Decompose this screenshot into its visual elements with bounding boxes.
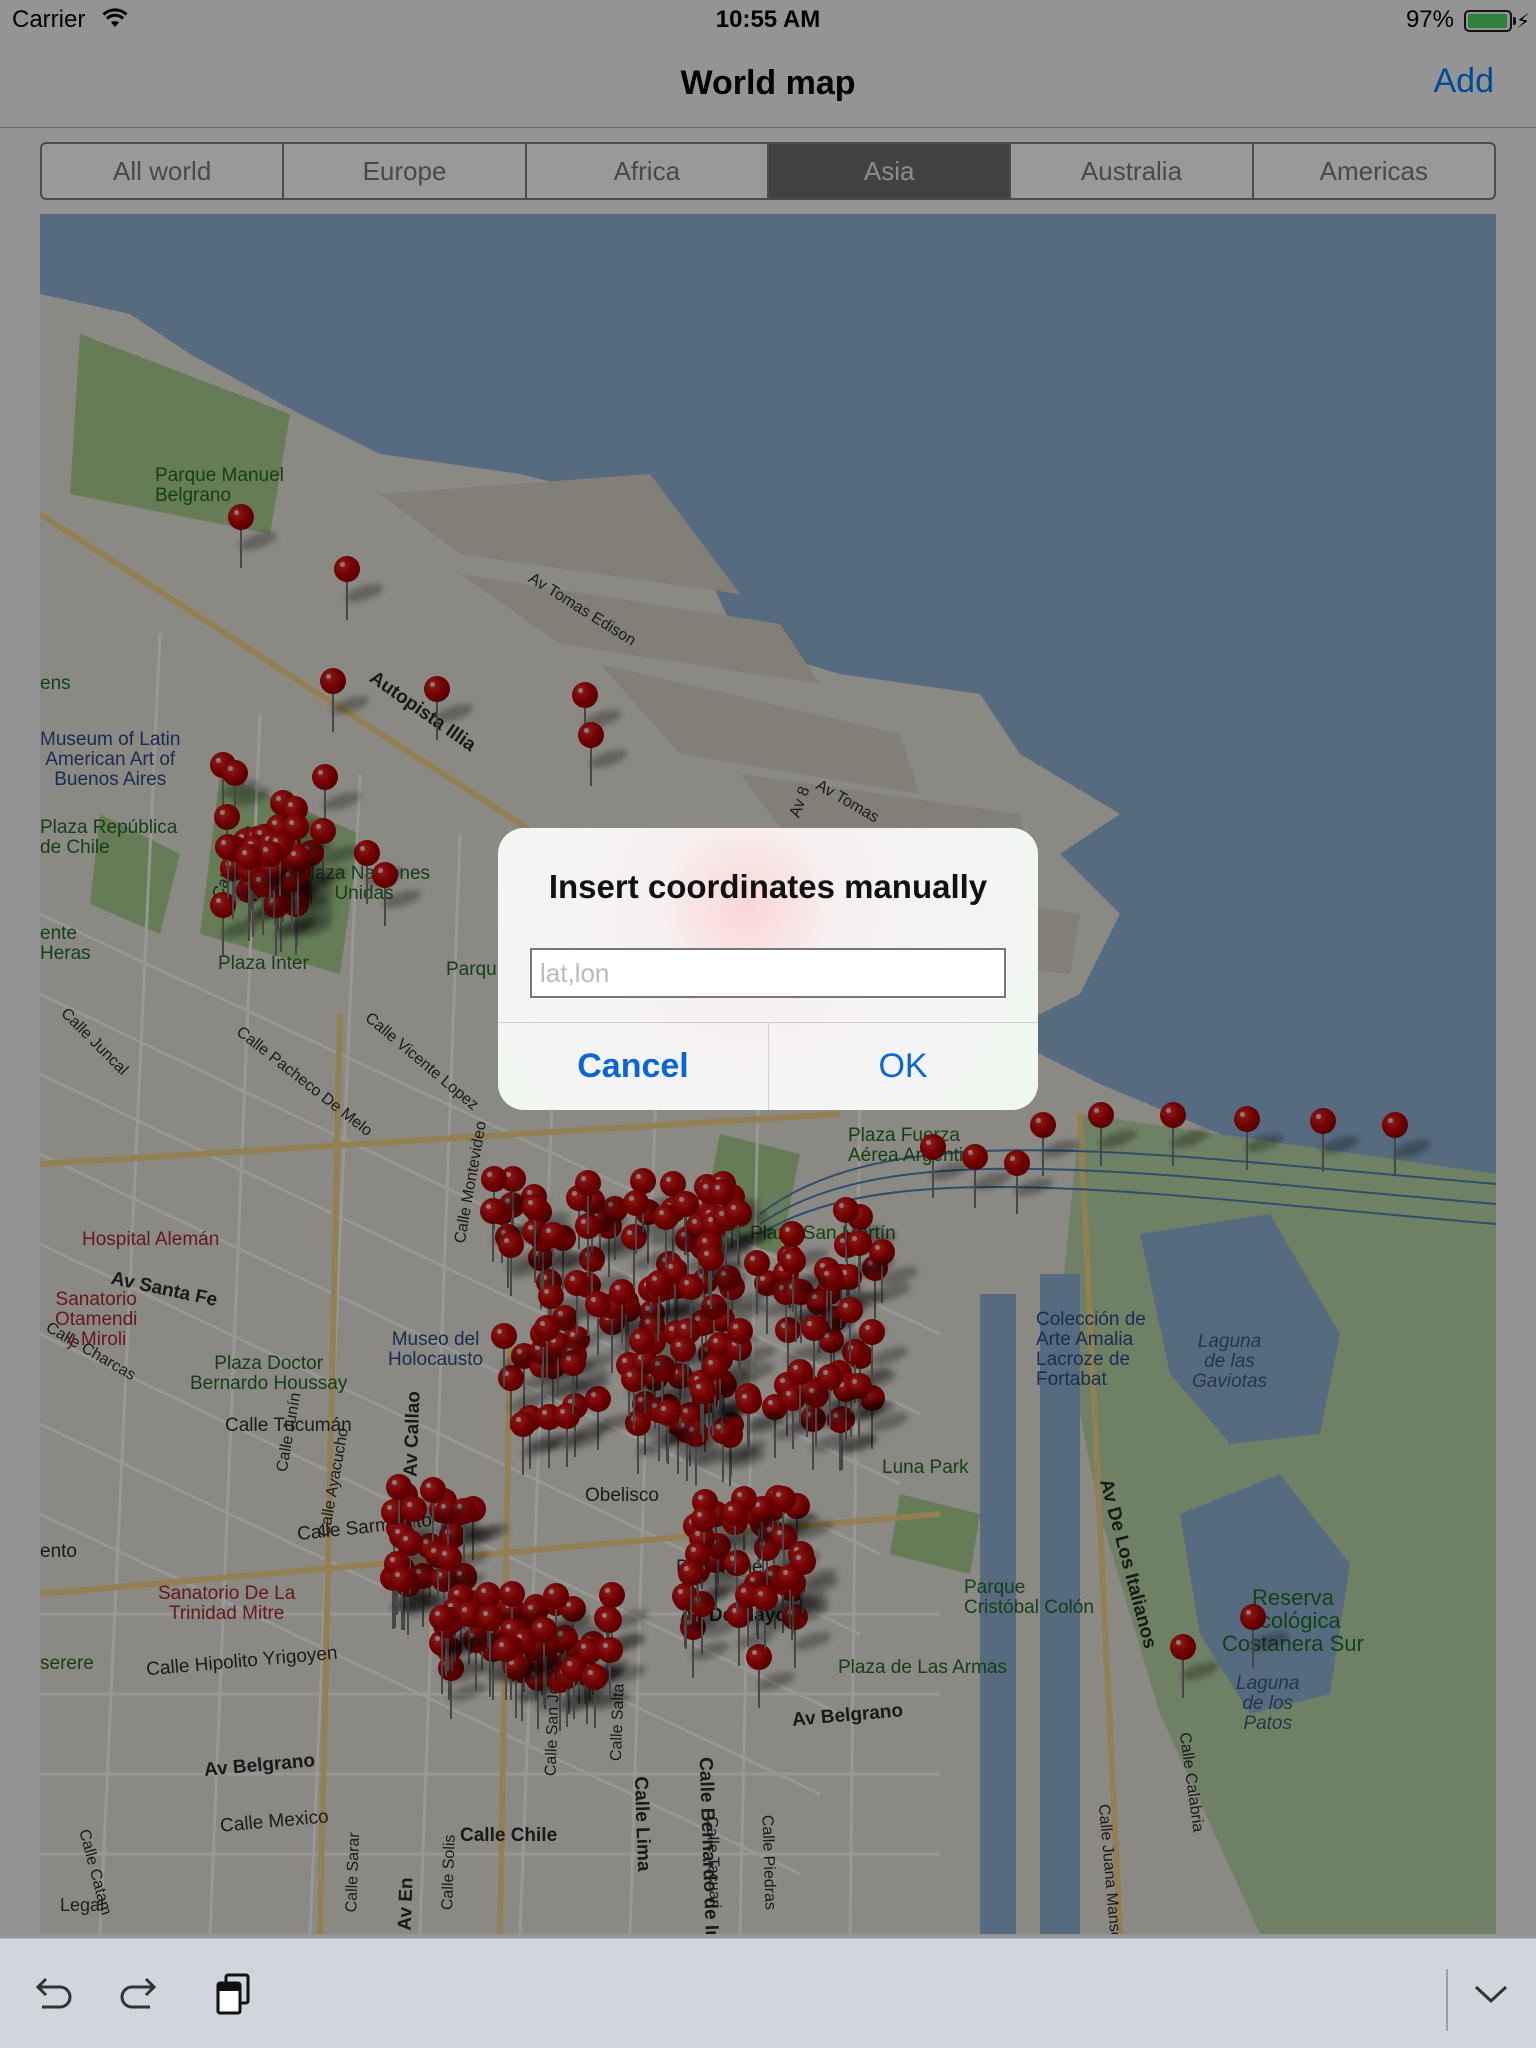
undo-icon[interactable]	[26, 1969, 76, 2019]
paste-icon[interactable]	[210, 1969, 260, 2019]
dismiss-keyboard-icon[interactable]	[1466, 1969, 1516, 2019]
coordinates-dialog: Insert coordinates manually Cancel OK	[498, 828, 1038, 1110]
cancel-button[interactable]: Cancel	[498, 1022, 768, 1110]
ok-button[interactable]: OK	[768, 1022, 1038, 1110]
coordinates-input[interactable]	[530, 948, 1006, 998]
redo-icon[interactable]	[116, 1969, 166, 2019]
keyboard-bar-divider	[1446, 1969, 1448, 2031]
dialog-title: Insert coordinates manually	[548, 868, 988, 905]
keyboard-shortcut-bar	[0, 1938, 1536, 2048]
